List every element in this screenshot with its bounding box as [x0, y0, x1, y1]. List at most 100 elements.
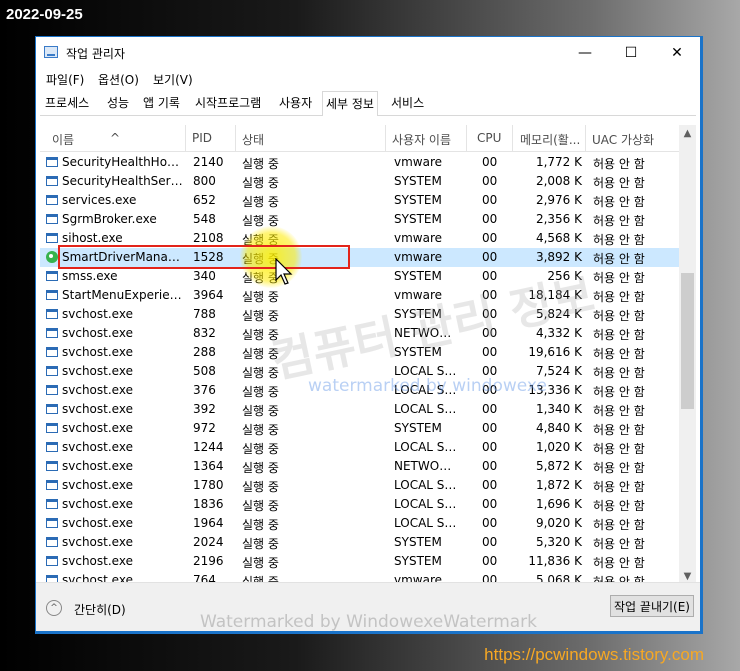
table-row[interactable]: svchost.exe 392 실행 중 LOCAL SE... 00 1,340 K 허용… — [40, 400, 686, 419]
tab-app-history[interactable]: 앱 기록 — [140, 93, 183, 114]
col-user[interactable]: 사용자 이름 — [392, 131, 451, 148]
cell-pid: 2196 — [193, 554, 224, 568]
cell-name: svchost.exe — [62, 307, 133, 321]
table-row[interactable]: SecurityHealthHost.... 2140 실행 중 vmware 00 1,… — [40, 153, 686, 172]
cell-user: LOCAL SE... — [394, 440, 458, 454]
table-row[interactable]: svchost.exe 1244 실행 중 LOCAL SE... 00 1,020 K 허… — [40, 438, 686, 457]
table-row[interactable]: svchost.exe 1964 실행 중 LOCAL SE... 00 9,020 K 허… — [40, 514, 686, 533]
cell-uac: 허용 안 함 — [593, 518, 645, 532]
tab-services[interactable]: 서비스 — [388, 93, 427, 114]
col-pid[interactable]: PID — [192, 131, 212, 145]
cell-name: svchost.exe — [62, 459, 133, 473]
process-window-icon — [46, 233, 58, 243]
table-row[interactable]: svchost.exe 2024 실행 중 SYSTEM 00 5,320 K 허용 안 함 — [40, 533, 686, 552]
cell-state: 실행 중 — [242, 423, 279, 437]
process-window-icon — [46, 518, 58, 528]
menu-view[interactable]: 보기(V) — [153, 71, 193, 88]
table-row[interactable]: SecurityHealthServic... 800 실행 중 SYSTEM 00 2,… — [40, 172, 686, 191]
end-task-button[interactable]: 작업 끝내기(E) — [610, 595, 694, 617]
tab-users[interactable]: 사용자 — [276, 93, 315, 114]
col-mem[interactable]: 메모리(활... — [520, 131, 580, 148]
vertical-scrollbar[interactable]: ▲ ▼ — [679, 125, 696, 585]
source-url: https://pcwindows.tistory.com — [484, 645, 704, 664]
cell-pid: 832 — [193, 326, 216, 340]
cell-user: SYSTEM — [394, 421, 442, 435]
cell-pid: 800 — [193, 174, 216, 188]
process-window-icon — [46, 499, 58, 509]
close-button[interactable]: ✕ — [654, 37, 700, 69]
col-name[interactable]: 이름 — [52, 131, 74, 148]
col-state[interactable]: 상태 — [242, 131, 264, 148]
table-row[interactable]: services.exe 652 실행 중 SYSTEM 00 2,976 K 허용 안 함 — [40, 191, 686, 210]
cell-state: 실행 중 — [242, 442, 279, 456]
cell-pid: 2108 — [193, 231, 224, 245]
col-cpu[interactable]: CPU — [477, 131, 501, 145]
cell-uac: 허용 안 함 — [593, 556, 645, 570]
selection-highlight-box — [58, 245, 350, 269]
watermark-blue: watermarked by windowexe — [308, 376, 547, 396]
minimize-button[interactable]: — — [562, 37, 608, 69]
cell-state: 실행 중 — [242, 461, 279, 475]
cell-name: svchost.exe — [62, 326, 133, 340]
cell-pid: 1836 — [193, 497, 224, 511]
scroll-thumb[interactable] — [681, 273, 694, 409]
cell-name: svchost.exe — [62, 478, 133, 492]
table-row[interactable]: svchost.exe 972 실행 중 SYSTEM 00 4,840 K 허용 안 함 — [40, 419, 686, 438]
table-row[interactable]: svchost.exe 1364 실행 중 NETWORK... 00 5,872 K 허용… — [40, 457, 686, 476]
cell-state: 실행 중 — [242, 480, 279, 494]
process-window-icon — [46, 385, 58, 395]
tab-startup[interactable]: 시작프로그램 — [192, 93, 264, 114]
cell-cpu: 00 — [482, 155, 498, 169]
cell-user: NETWORK... — [394, 459, 458, 473]
cell-uac: 허용 안 함 — [593, 271, 645, 285]
cell-name: SecurityHealthHost.... — [62, 155, 184, 169]
cell-user: SYSTEM — [394, 174, 442, 188]
cell-pid: 652 — [193, 193, 216, 207]
cell-uac: 허용 안 함 — [593, 233, 645, 247]
fewer-details-link[interactable]: 간단히(D) — [74, 601, 126, 618]
cell-state: 실행 중 — [242, 309, 279, 323]
cell-state: 실행 중 — [242, 518, 279, 532]
cell-uac: 허용 안 함 — [593, 442, 645, 456]
cell-cpu: 00 — [482, 250, 498, 264]
col-uac[interactable]: UAC 가상화 — [592, 131, 654, 148]
maximize-button[interactable]: ☐ — [608, 37, 654, 69]
cell-name: SecurityHealthServic... — [62, 174, 184, 188]
tab-performance[interactable]: 성능 — [104, 93, 132, 114]
tab-details[interactable]: 세부 정보 — [322, 91, 378, 116]
table-row[interactable]: svchost.exe 1836 실행 중 LOCAL SE... 00 1,696 K 허… — [40, 495, 686, 514]
menu-options[interactable]: 옵션(O) — [98, 71, 139, 88]
window-title: 작업 관리자 — [66, 47, 126, 61]
cell-state: 실행 중 — [242, 499, 279, 513]
tab-processes[interactable]: 프로세스 — [42, 93, 92, 114]
cell-user: SYSTEM — [394, 193, 442, 207]
cell-cpu: 00 — [482, 459, 498, 473]
cell-cpu: 00 — [482, 231, 498, 245]
cell-name: SgrmBroker.exe — [62, 212, 157, 226]
table-row[interactable]: svchost.exe 1780 실행 중 LOCAL SE... 00 1,872 K 허… — [40, 476, 686, 495]
process-window-icon — [46, 423, 58, 433]
cell-mem: 9,020 K — [535, 516, 582, 530]
cell-name: svchost.exe — [62, 364, 133, 378]
table-row[interactable]: SgrmBroker.exe 548 실행 중 SYSTEM 00 2,356 K 허용 안… — [40, 210, 686, 229]
cell-name: svchost.exe — [62, 345, 133, 359]
cell-pid: 288 — [193, 345, 216, 359]
scroll-up-icon[interactable]: ▲ — [679, 125, 696, 142]
cell-state: 실행 중 — [242, 195, 279, 209]
cell-user: SYSTEM — [394, 269, 442, 283]
cell-uac: 허용 안 함 — [593, 385, 645, 399]
table-row[interactable]: svchost.exe 2196 실행 중 SYSTEM 00 11,836 K 허용 안 … — [40, 552, 686, 571]
cell-cpu: 00 — [482, 497, 498, 511]
chevron-up-icon[interactable]: ^ — [46, 600, 62, 616]
cell-pid: 376 — [193, 383, 216, 397]
cell-cpu: 00 — [482, 478, 498, 492]
cell-name: svchost.exe — [62, 516, 133, 530]
cell-uac: 허용 안 함 — [593, 328, 645, 342]
gear-icon — [46, 251, 58, 263]
cell-name: svchost.exe — [62, 535, 133, 549]
menu-file[interactable]: 파일(F) — [46, 71, 84, 88]
cell-mem: 4,568 K — [535, 231, 582, 245]
watermark-bottom: Watermarked by WindowexeWatermark — [200, 612, 538, 632]
cell-name: StartMenuExperienc... — [62, 288, 184, 302]
cell-name: sihost.exe — [62, 231, 123, 245]
